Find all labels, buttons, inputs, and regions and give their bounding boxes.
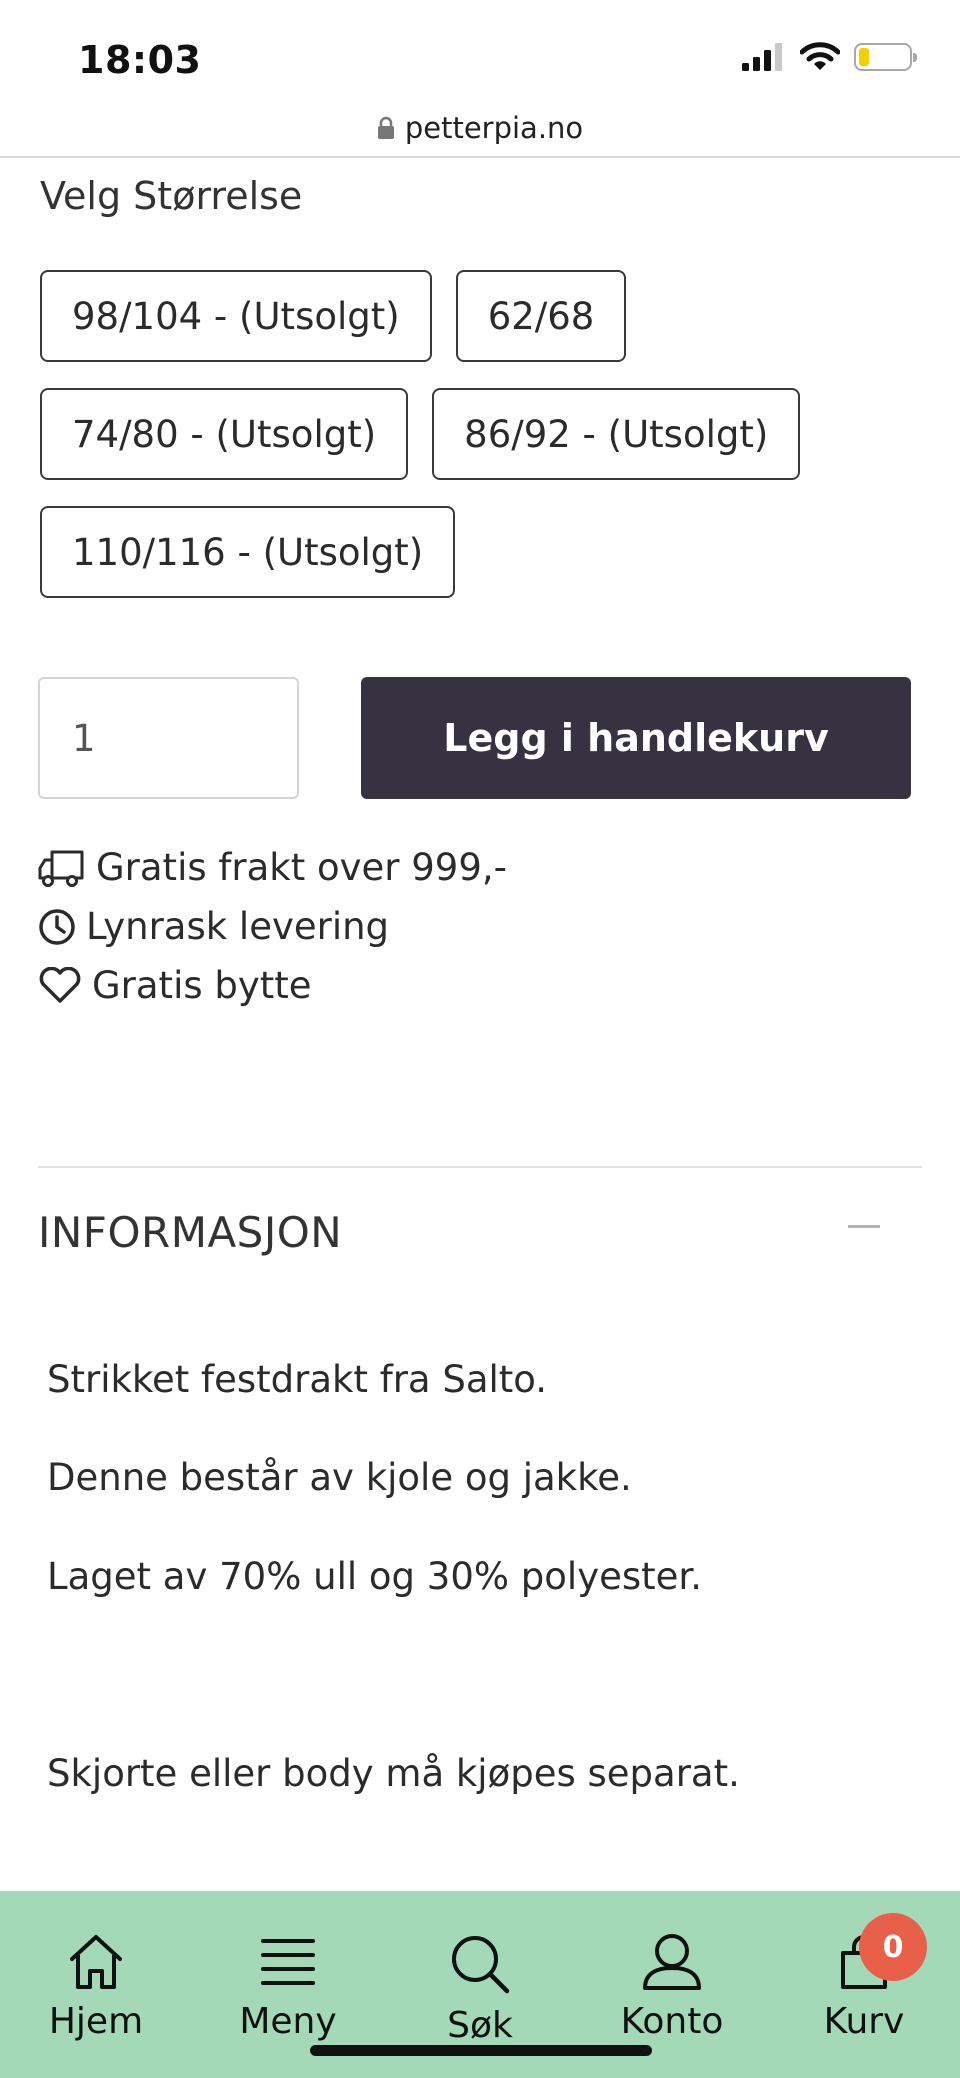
perk-label: Lynrask levering: [86, 905, 390, 948]
size-heading: Velg Størrelse: [40, 174, 303, 218]
size-option[interactable]: 98/104 - (Utsolgt): [40, 270, 432, 362]
status-bar: 18:03: [0, 0, 960, 100]
user-icon: [643, 1934, 701, 1990]
truck-icon: [38, 850, 84, 887]
size-option[interactable]: 110/116 - (Utsolgt): [40, 506, 456, 598]
heart-icon: [39, 966, 81, 1003]
status-time: 18:03: [78, 38, 202, 82]
info-paragraph: Skjorte eller body må kjøpes separat.: [47, 1752, 740, 1795]
perk-item: Gratis frakt over 999,-: [38, 838, 507, 897]
info-paragraph: Laget av 70% ull og 30% polyester.: [47, 1555, 702, 1598]
quantity-input[interactable]: [38, 677, 299, 799]
nav-label: Meny: [239, 2001, 337, 2042]
info-section-title[interactable]: INFORMASJON: [38, 1208, 342, 1257]
address-bar[interactable]: petterpia.no: [0, 100, 960, 158]
divider: [38, 1166, 922, 1168]
size-option[interactable]: 86/92 - (Utsolgt): [432, 388, 801, 480]
nav-label: Søk: [447, 2005, 513, 2046]
url-text: petterpia.no: [404, 111, 584, 145]
battery-level: [859, 48, 869, 66]
menu-icon: [261, 1939, 315, 1985]
info-paragraph: Denne består av kjole og jakke.: [47, 1456, 632, 1499]
signal-icon: [742, 43, 782, 71]
perk-item: Gratis bytte: [38, 956, 507, 1015]
collapse-icon[interactable]: [848, 1225, 880, 1228]
perk-label: Gratis frakt over 999,-: [96, 846, 507, 889]
clock-icon: [39, 908, 75, 945]
size-option[interactable]: 62/68: [455, 270, 627, 362]
nav-item-home[interactable]: Hjem: [11, 1891, 181, 2078]
size-option[interactable]: 74/80 - (Utsolgt): [40, 388, 409, 480]
search-icon: [452, 1936, 510, 1994]
perk-item: Lynrask levering: [38, 897, 507, 956]
perks-list: Gratis frakt over 999,- Lynrask levering…: [38, 838, 507, 1015]
lock-icon: [377, 116, 394, 139]
add-to-cart-button[interactable]: Legg i handlekurv: [361, 677, 911, 799]
perk-label: Gratis bytte: [92, 964, 312, 1007]
home-icon: [70, 1935, 122, 1989]
wifi-icon: [800, 42, 840, 70]
status-icons: [742, 42, 917, 72]
home-indicator[interactable]: [310, 2045, 652, 2056]
nav-item-cart[interactable]: Kurv 0: [779, 1891, 949, 2078]
info-paragraph: Strikket festdrakt fra Salto.: [47, 1358, 548, 1401]
cart-count-badge: 0: [859, 1913, 927, 1981]
nav-label: Hjem: [48, 2001, 144, 2042]
battery-icon: [854, 43, 917, 71]
nav-label: Kurv: [823, 2001, 905, 2042]
nav-label: Konto: [620, 2001, 724, 2042]
size-options: 98/104 - (Utsolgt) 62/68 74/80 - (Utsolg…: [40, 270, 920, 598]
